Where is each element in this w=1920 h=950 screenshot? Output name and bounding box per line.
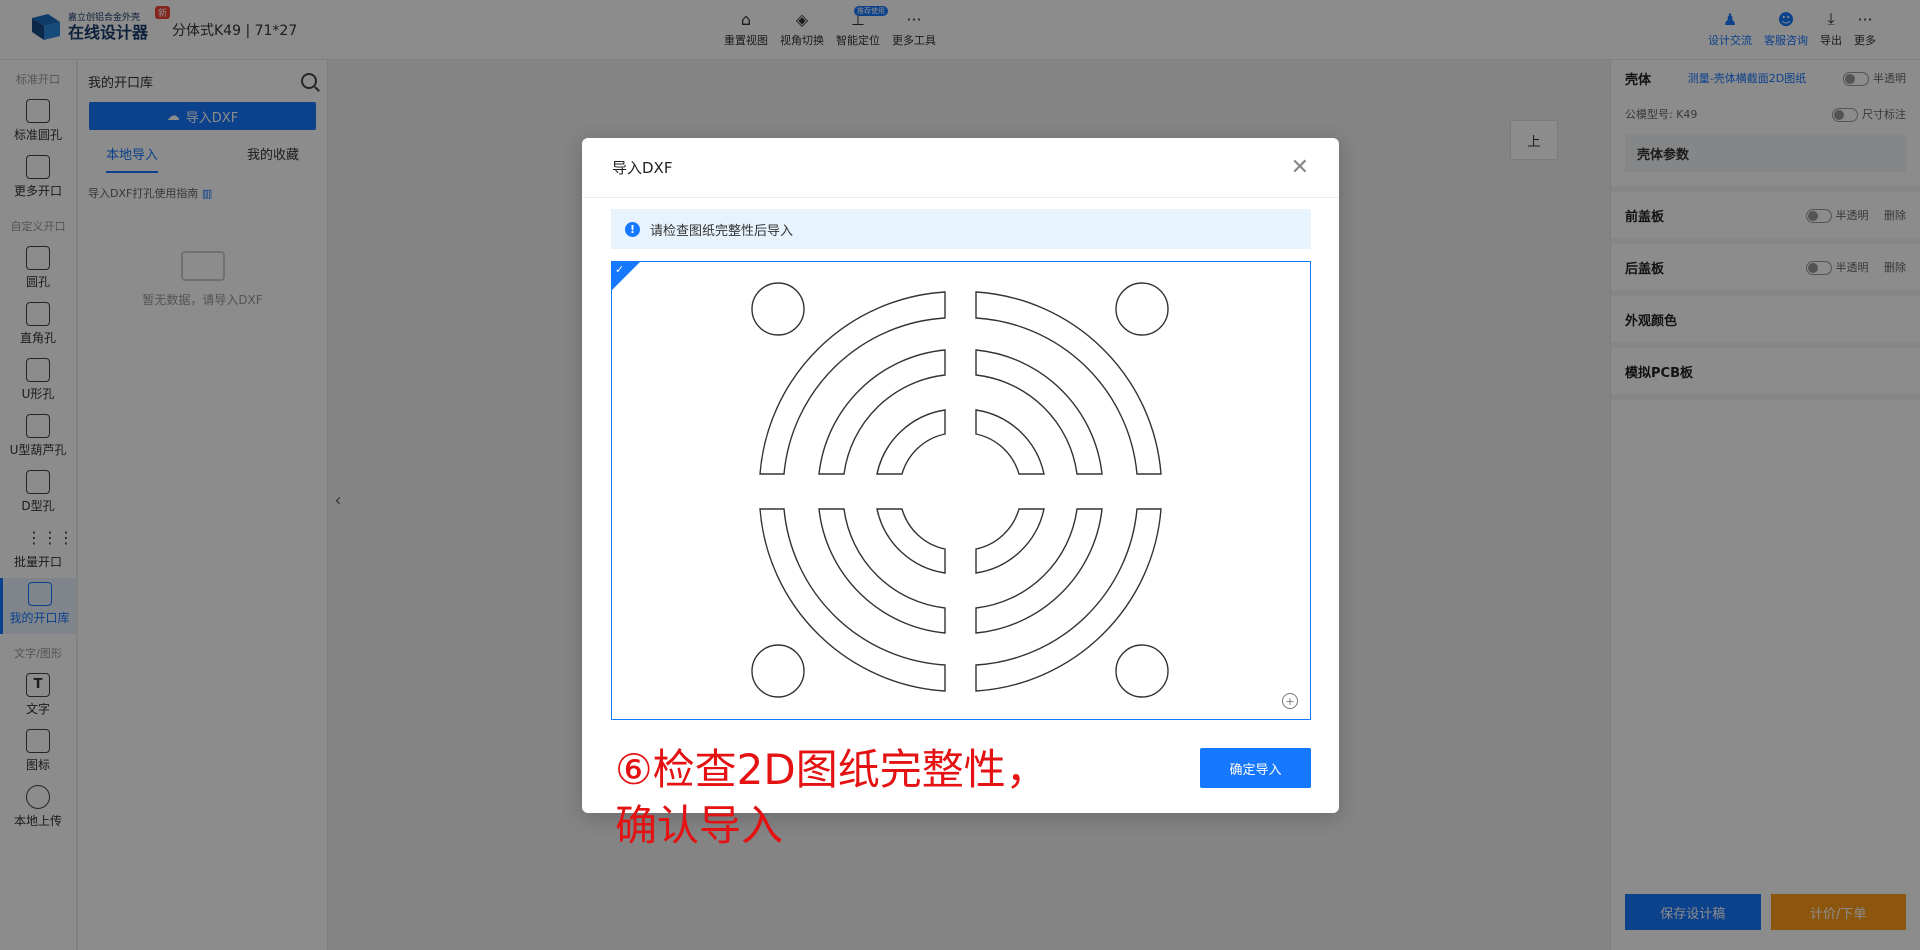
caption-line-2: 确认导入	[615, 801, 784, 850]
zoom-in-icon[interactable]: +	[1282, 693, 1298, 709]
dialog-title: 导入DXF	[612, 159, 673, 177]
tutorial-caption: ⑥检查2D图纸完整性， 确认导入	[615, 742, 1175, 854]
caption-line-1: ⑥检查2D图纸完整性，	[615, 745, 1048, 794]
close-icon[interactable]: ✕	[1291, 156, 1309, 179]
info-icon: !	[625, 221, 640, 237]
dxf-preview: ✓ +	[611, 261, 1311, 720]
confirm-import-button[interactable]: 确定导入	[1200, 748, 1311, 788]
import-dxf-dialog: 导入DXF ✕ ! 请检查图纸完整性后导入 ✓ + 确定导入	[582, 138, 1339, 813]
dxf-drawing	[751, 282, 1169, 698]
info-notice: ! 请检查图纸完整性后导入	[611, 209, 1311, 249]
notice-text: 请检查图纸完整性后导入	[650, 223, 794, 239]
